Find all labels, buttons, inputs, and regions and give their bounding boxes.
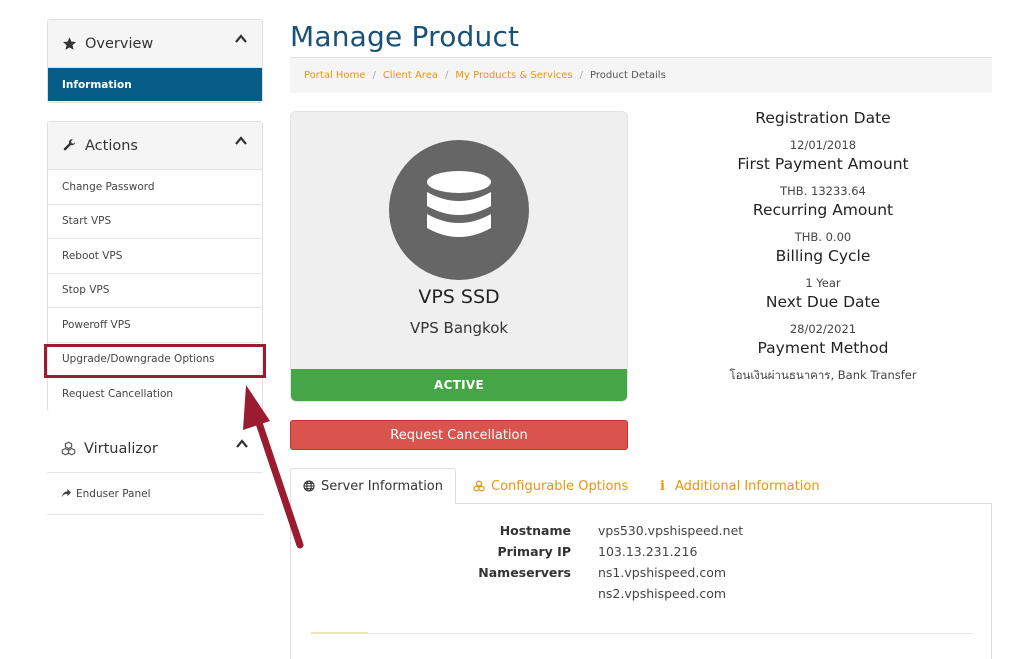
share-icon: [61, 488, 72, 498]
breadcrumb-separator: /: [372, 70, 376, 81]
server-row-nameservers: Nameservers ns1.vpshispeed.com: [291, 565, 993, 586]
detail-payment-method: Payment Method โอนเงินผ่านธนาคาร, Bank T…: [660, 338, 986, 384]
virtualizor-title: Virtualizor: [84, 440, 158, 457]
divider: [311, 633, 973, 634]
sidebar-item-stop-vps[interactable]: Stop VPS: [48, 274, 262, 308]
product-name: VPS SSD: [418, 286, 500, 308]
globe-icon: [303, 480, 315, 492]
detail-next-due-date: Next Due Date 28/02/2021: [660, 292, 986, 338]
breadcrumb-client-area[interactable]: Client Area: [383, 70, 438, 81]
server-row-nameserver-2: ns2.vpshispeed.com: [291, 586, 993, 607]
overview-header[interactable]: Overview: [48, 20, 262, 68]
wrench-icon: [63, 139, 76, 151]
tab-label: Configurable Options: [491, 478, 629, 494]
server-row-hostname: Hostname vps530.vpshispeed.net: [291, 523, 993, 544]
sidebar-item-reboot-vps[interactable]: Reboot VPS: [48, 239, 262, 274]
detail-first-payment: First Payment Amount THB. 13233.64: [660, 154, 986, 200]
breadcrumb-portal-home[interactable]: Portal Home: [304, 70, 365, 81]
sidebar-item-enduser-panel[interactable]: Enduser Panel: [47, 473, 263, 515]
overview-title: Overview: [85, 35, 154, 52]
star-icon: [62, 37, 77, 50]
primary-ip-value: 103.13.231.216: [598, 544, 698, 559]
detail-label: Recurring Amount: [752, 201, 894, 219]
detail-label: Next Due Date: [765, 293, 881, 311]
breadcrumb-my-products[interactable]: My Products & Services: [455, 70, 572, 81]
detail-label: Registration Date: [755, 109, 891, 127]
divider-accent: [311, 632, 368, 634]
nameserver-1: ns1.vpshispeed.com: [598, 565, 727, 580]
tab-label: Additional Information: [674, 478, 820, 494]
detail-registration-date: Registration Date 12/01/2018: [660, 108, 986, 154]
annotation-highlight-box: [44, 344, 266, 378]
cubes-icon: [61, 441, 76, 456]
tab-label: Server Information: [320, 478, 443, 494]
breadcrumb-separator: /: [579, 70, 583, 81]
virtualizor-header[interactable]: Virtualizor: [47, 425, 263, 473]
sidebar-item-request-cancellation[interactable]: Request Cancellation: [48, 377, 262, 412]
detail-label: First Payment Amount: [737, 155, 909, 173]
actions-header[interactable]: Actions: [48, 122, 262, 170]
status-badge: ACTIVE: [291, 369, 627, 401]
tab-additional-information[interactable]: i Additional Information: [660, 468, 820, 504]
detail-value: 28/02/2021: [789, 322, 857, 336]
virtualizor-panel: Virtualizor Enduser Panel: [47, 425, 263, 517]
tab-configurable-options[interactable]: Configurable Options: [473, 468, 628, 504]
nameservers-label: Nameservers: [478, 565, 571, 580]
tab-server-information[interactable]: Server Information: [290, 468, 456, 504]
detail-value: 12/01/2018: [789, 138, 857, 152]
enduser-panel-label: Enduser Panel: [76, 487, 151, 500]
product-details: Registration Date 12/01/2018 First Payme…: [660, 108, 986, 384]
detail-billing-cycle: Billing Cycle 1 Year: [660, 246, 986, 292]
nameserver-2: ns2.vpshispeed.com: [598, 586, 727, 601]
product-group: VPS Bangkok: [409, 319, 509, 337]
detail-recurring-amount: Recurring Amount THB. 0.00: [660, 200, 986, 246]
breadcrumb-separator: /: [444, 70, 449, 81]
cubes-icon: [473, 480, 485, 492]
detail-value: THB. 13233.64: [780, 184, 866, 198]
actions-title: Actions: [85, 137, 138, 154]
chevron-up-icon[interactable]: [235, 437, 249, 451]
sidebar-item-change-password[interactable]: Change Password: [48, 170, 262, 205]
info-tabs: Server Information Configurable Options …: [290, 468, 992, 504]
sidebar-item-start-vps[interactable]: Start VPS: [48, 205, 262, 239]
overview-panel: Overview Information: [47, 19, 263, 103]
server-information-panel: Hostname vps530.vpshispeed.net Primary I…: [290, 503, 992, 659]
chevron-up-icon[interactable]: [234, 134, 248, 148]
detail-value: 1 Year: [805, 276, 841, 290]
hostname-value: vps530.vpshispeed.net: [598, 523, 744, 538]
server-row-ip: Primary IP 103.13.231.216: [291, 544, 993, 565]
chevron-up-icon[interactable]: [234, 32, 248, 46]
database-icon-circle: [389, 140, 529, 280]
primary-ip-label: Primary IP: [497, 544, 571, 559]
hostname-label: Hostname: [499, 523, 571, 538]
sidebar-item-poweroff-vps[interactable]: Poweroff VPS: [48, 308, 262, 343]
request-cancellation-button[interactable]: Request Cancellation: [290, 420, 628, 450]
breadcrumb: Portal Home / Client Area / My Products …: [290, 58, 992, 93]
database-icon: [427, 171, 491, 237]
info-icon: i: [660, 478, 665, 494]
detail-label: Payment Method: [757, 339, 889, 357]
detail-value: โอนเงินผ่านธนาคาร, Bank Transfer: [729, 368, 917, 382]
detail-label: Billing Cycle: [775, 247, 871, 265]
detail-value: THB. 0.00: [794, 230, 852, 244]
breadcrumb-product-details: Product Details: [589, 70, 666, 81]
product-card: VPS SSD VPS Bangkok ACTIVE: [290, 111, 628, 402]
sidebar-item-information[interactable]: Information: [48, 68, 262, 101]
page-title: Manage Product: [290, 20, 520, 53]
